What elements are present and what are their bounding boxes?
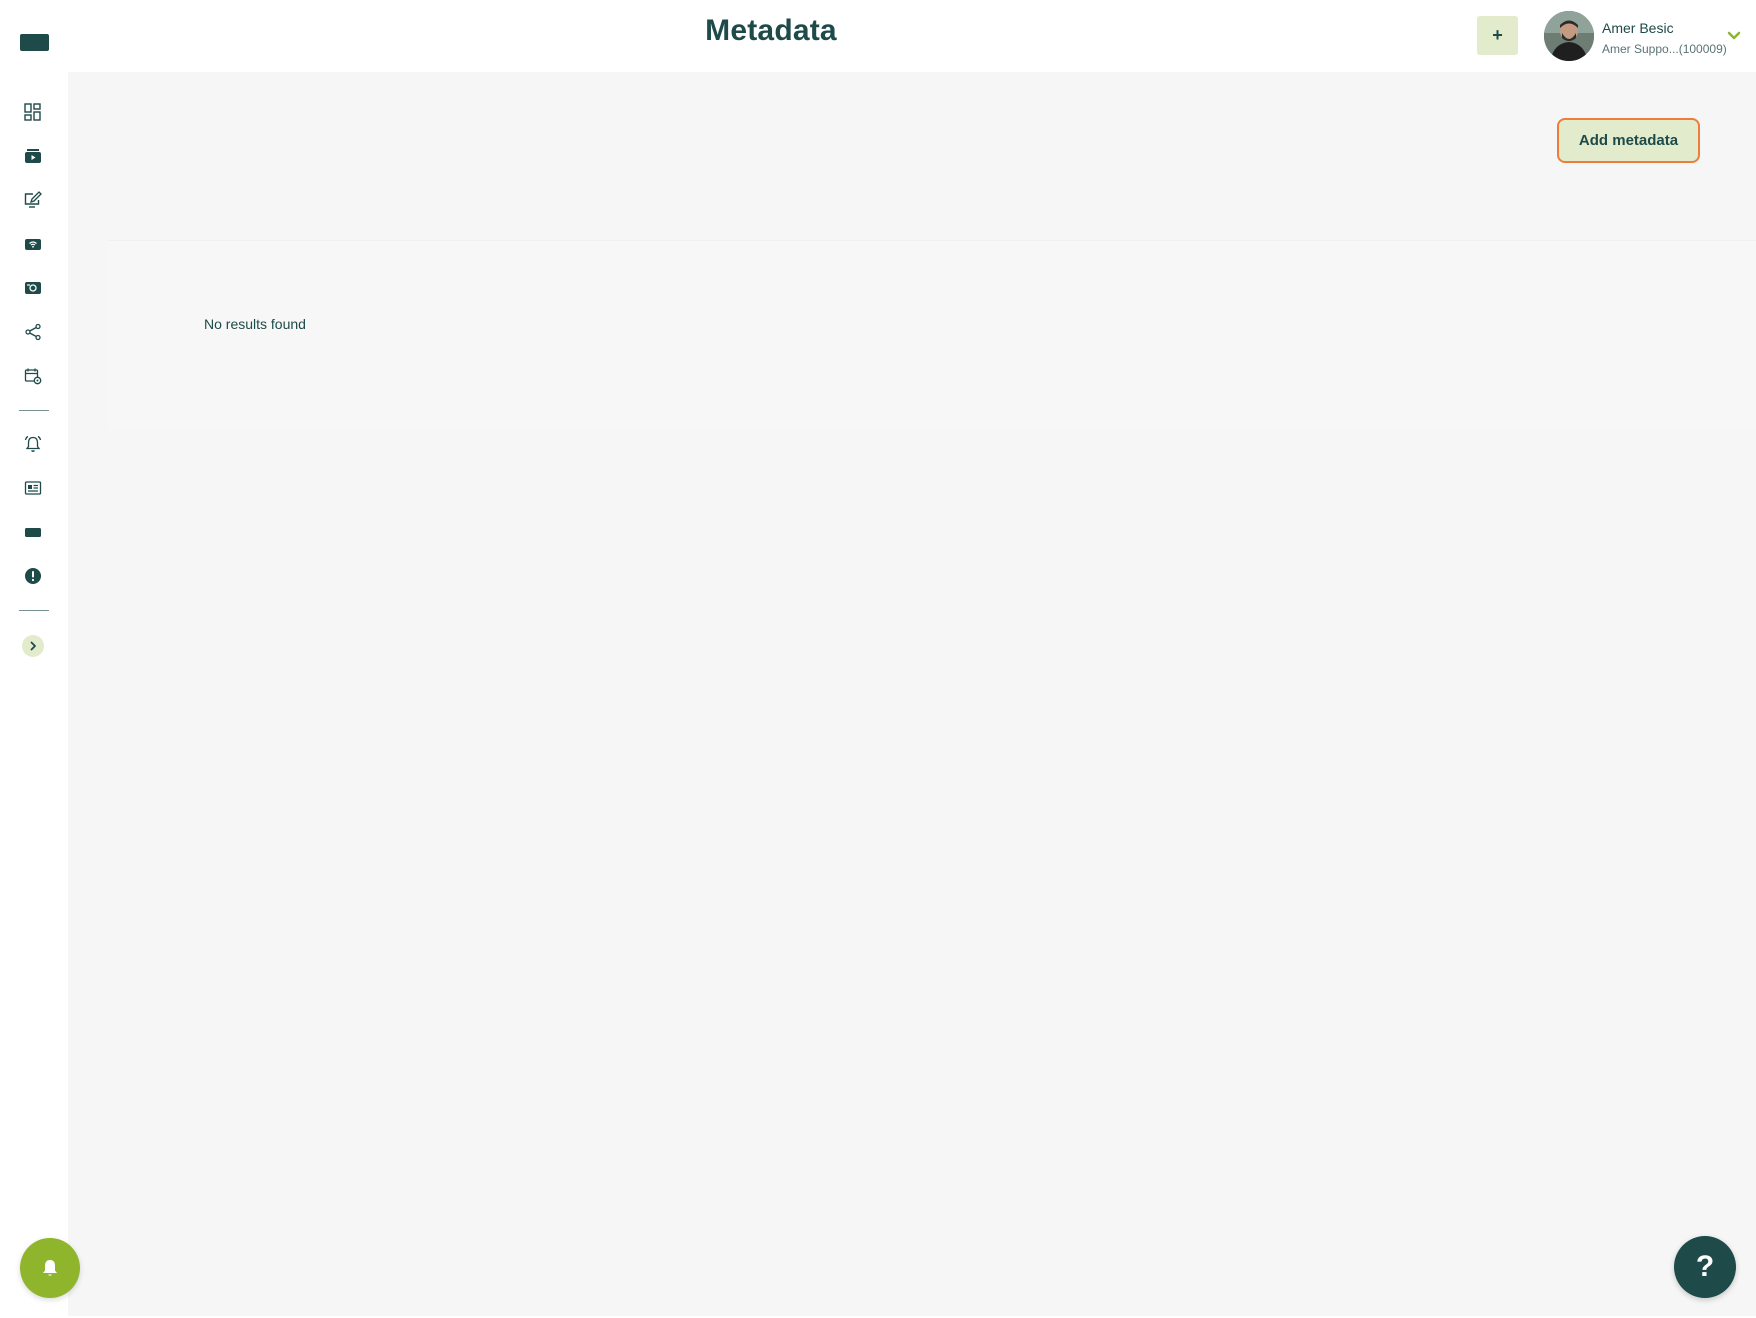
avatar-image	[1544, 11, 1594, 61]
sidebar-divider	[19, 410, 49, 411]
sidebar-item-calendar-settings[interactable]	[21, 364, 45, 388]
add-metadata-button[interactable]: Add metadata	[1557, 118, 1700, 163]
sidebar-divider	[19, 610, 49, 611]
sidebar-item-news[interactable]	[21, 476, 45, 500]
empty-state-message: No results found	[204, 316, 306, 332]
main-content: Add metadata No results found ?	[68, 72, 1756, 1316]
media-player-icon	[25, 149, 41, 163]
sidebar-item-display[interactable]	[21, 520, 45, 544]
sidebar-item-alarms[interactable]	[21, 432, 45, 456]
user-name[interactable]: Amer Besic	[1602, 20, 1674, 36]
sidebar-item-alerts[interactable]	[21, 564, 45, 588]
alert-icon	[25, 568, 41, 584]
sidebar-item-edit-screen[interactable]	[21, 188, 45, 212]
calendar-settings-icon	[24, 368, 42, 385]
quick-add-button[interactable]: +	[1477, 16, 1518, 55]
app-root: Metadata + Amer Besic Amer Suppo...(1000…	[0, 0, 1756, 1318]
wifi-device-icon	[25, 239, 41, 250]
page-title: Metadata	[705, 14, 837, 47]
share-icon	[25, 323, 41, 341]
bell-icon	[43, 1260, 57, 1276]
results-panel	[108, 240, 1756, 430]
sidebar-item-media-player[interactable]	[21, 144, 45, 168]
alarm-bell-icon	[24, 435, 42, 452]
sidebar-item-media-library[interactable]	[21, 276, 45, 300]
chevron-right-icon	[30, 641, 36, 651]
media-library-icon	[25, 282, 41, 294]
chevron-down-icon[interactable]	[1726, 28, 1742, 44]
edit-screen-icon	[24, 191, 42, 208]
sidebar-expand-button[interactable]	[22, 635, 44, 657]
user-account[interactable]: Amer Suppo...(100009)	[1602, 42, 1727, 56]
sidebar-item-wifi-device[interactable]	[21, 232, 45, 256]
display-block-icon	[25, 528, 41, 537]
top-header: Metadata + Amer Besic Amer Suppo...(1000…	[0, 0, 1756, 72]
dashboard-icon	[24, 103, 41, 121]
help-button[interactable]: ?	[1674, 1236, 1736, 1298]
sidebar-item-dashboard[interactable]	[21, 100, 45, 124]
avatar[interactable]	[1544, 11, 1594, 61]
sidebar	[0, 72, 68, 1318]
newspaper-icon	[24, 481, 42, 495]
sidebar-item-share[interactable]	[21, 320, 45, 344]
notifications-button[interactable]	[20, 1238, 80, 1298]
